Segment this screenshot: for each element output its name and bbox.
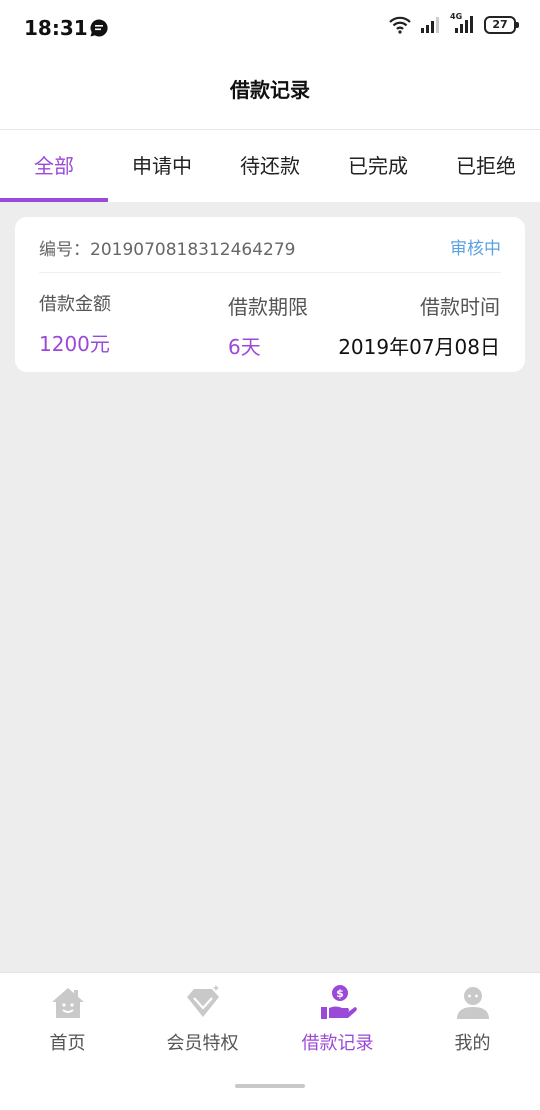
nav-home[interactable]: 首页	[0, 973, 135, 1073]
tab-rejected[interactable]: 已拒绝	[432, 130, 540, 202]
term-label: 借款期限	[228, 295, 308, 319]
battery-icon: 27	[484, 16, 519, 34]
bottom-navigation: 首页 会员特权 $ 借款记录 我的	[0, 972, 540, 1110]
status-bar: 18:31 4G 27	[0, 0, 540, 58]
home-icon	[51, 988, 84, 1018]
nav-mine[interactable]: 我的	[405, 973, 540, 1073]
nav-mine-label: 我的	[454, 1033, 491, 1054]
card-header: 编号：2019070818312464279 审核中	[39, 217, 501, 273]
amount-label: 借款金额	[39, 294, 111, 315]
tab-bar: 全部 申请中 待还款 已完成 已拒绝	[0, 130, 540, 202]
nav-bar: 借款记录	[0, 58, 540, 130]
diamond-icon	[186, 985, 219, 1017]
amount-value: 1200元	[39, 332, 110, 356]
wifi-icon	[389, 16, 411, 34]
time-value: 2019年07月08日	[338, 335, 500, 359]
tab-pending-repayment[interactable]: 待还款	[216, 130, 324, 202]
user-icon	[456, 987, 489, 1019]
nav-loan-records-label: 借款记录	[301, 1033, 374, 1054]
tab-completed[interactable]: 已完成	[324, 130, 432, 202]
loan-hand-icon: $	[320, 985, 357, 1019]
tab-active-indicator	[0, 198, 108, 202]
status-time: 18:31	[24, 16, 88, 40]
page-title: 借款记录	[230, 78, 310, 102]
term-value: 6天	[228, 335, 261, 359]
loan-record-card[interactable]: 编号：2019070818312464279 审核中 借款金额 1200元 借款…	[15, 217, 525, 372]
order-number: 编号：2019070818312464279	[39, 240, 296, 260]
signal-icon	[421, 17, 439, 33]
status-badge: 审核中	[450, 239, 501, 259]
home-indicator[interactable]	[235, 1084, 305, 1088]
message-icon	[90, 19, 108, 37]
nav-home-label: 首页	[49, 1033, 86, 1054]
tab-all[interactable]: 全部	[0, 130, 108, 202]
svg-text:$: $	[336, 987, 344, 1000]
status-icons: 4G 27	[388, 12, 519, 34]
nav-vip[interactable]: 会员特权	[135, 973, 270, 1073]
nav-vip-label: 会员特权	[166, 1033, 239, 1054]
signal-4g-icon: 4G	[450, 12, 476, 34]
nav-loan-records[interactable]: $ 借款记录	[270, 973, 405, 1073]
time-label: 借款时间	[420, 295, 500, 319]
tab-applying[interactable]: 申请中	[108, 130, 216, 202]
